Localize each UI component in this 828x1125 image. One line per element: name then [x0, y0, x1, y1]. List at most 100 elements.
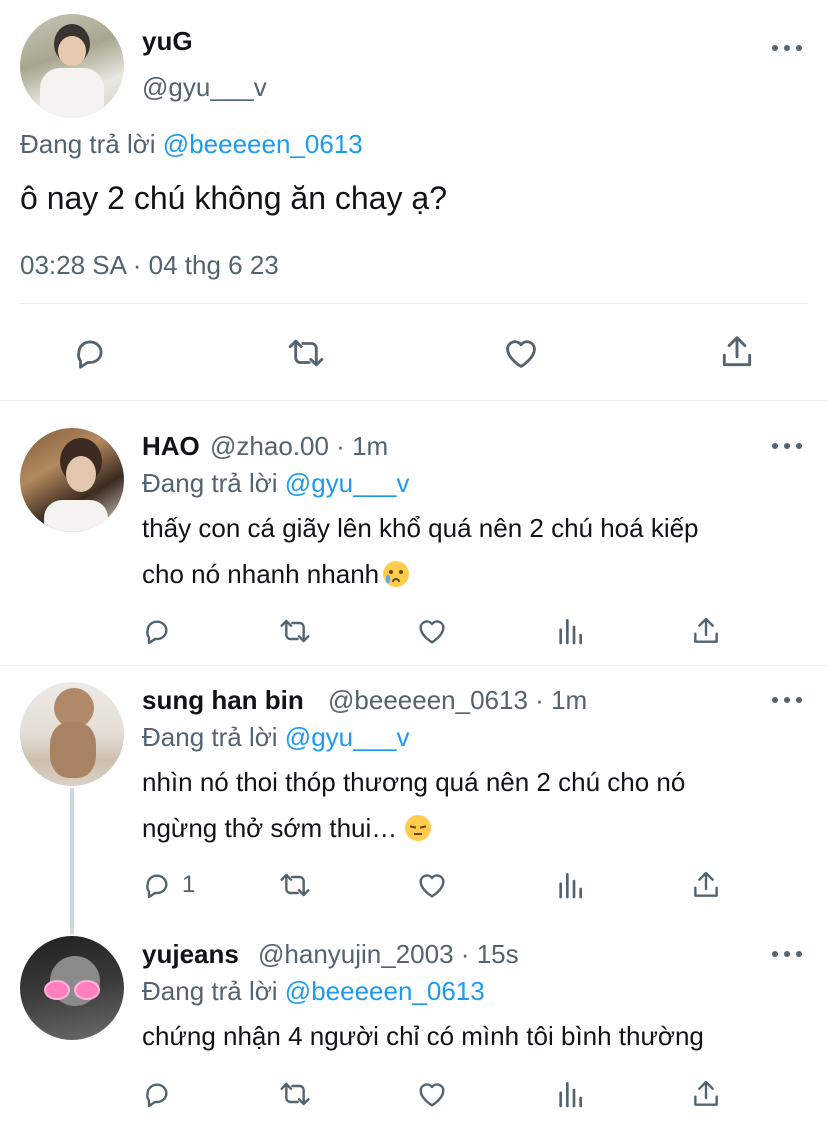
thread-line: [70, 788, 74, 934]
analytics-button[interactable]: [554, 1078, 586, 1110]
analytics-icon: [559, 873, 582, 899]
divider: [20, 303, 808, 304]
like-icon: [506, 340, 536, 368]
analytics-button[interactable]: [554, 615, 586, 647]
like-icon: [419, 874, 445, 898]
like-button[interactable]: [414, 615, 450, 647]
tweet-text-line: nhìn nó thoi thóp thương quá nên 2 chú c…: [142, 767, 686, 797]
avatar[interactable]: [20, 428, 124, 532]
reply-to-mention[interactable]: @gyu___v: [285, 722, 410, 752]
retweet-icon: [280, 1082, 310, 1106]
share-button[interactable]: [690, 1077, 722, 1111]
reply-prefix: Đang trả lời: [20, 129, 156, 159]
retweet-button[interactable]: [276, 615, 314, 647]
handle-text[interactable]: @hanyujin_2003: [258, 939, 454, 969]
retweet-button[interactable]: [276, 1078, 314, 1110]
more-icon[interactable]: [772, 951, 802, 959]
more-icon[interactable]: [772, 45, 802, 53]
tweet-text-line: ngừng thở sớm thui…: [142, 805, 812, 851]
analytics-icon: [559, 1082, 582, 1108]
avatar-face: [58, 36, 86, 66]
author-name[interactable]: HAO: [142, 431, 200, 462]
author-handle[interactable]: @gyu___v: [142, 72, 267, 103]
dot-separator: ·: [535, 685, 544, 715]
tweet-text-line: thấy con cá giãy lên khổ quá nên 2 chú h…: [142, 513, 699, 543]
crying-face-icon: [383, 561, 410, 587]
tweet-text-line: chứng nhận 4 người chỉ có mình tôi bình …: [142, 1021, 704, 1051]
dot-separator: ·: [336, 431, 345, 461]
reply-icon: [77, 340, 103, 369]
dot-separator: ·: [460, 939, 470, 969]
analytics-icon: [559, 619, 582, 645]
more-icon[interactable]: [772, 697, 802, 705]
avatar-face: [66, 456, 96, 492]
tweet-text-line-content: cho nó nhanh nhanh: [142, 559, 380, 589]
main-tweet: yuG @gyu___v Đang trả lời @beeeeen_0613 …: [0, 0, 828, 400]
reply-to-mention[interactable]: @gyu___v: [285, 468, 410, 498]
like-icon: [419, 620, 445, 644]
author-handle: @beeeeen_0613 · 1m: [328, 685, 587, 716]
share-button[interactable]: [690, 614, 722, 648]
share-icon: [694, 871, 718, 897]
reply-to-line: Đang trả lời @beeeeen_0613: [142, 976, 485, 1007]
separator: [0, 665, 828, 666]
avatar[interactable]: [20, 14, 124, 118]
reply-prefix: Đang trả lời: [142, 976, 278, 1006]
reply-icon: [146, 874, 168, 899]
analytics-button[interactable]: [554, 869, 586, 901]
reply-to-mention[interactable]: @beeeeen_0613: [163, 129, 363, 159]
tweet-text: chứng nhận 4 người chỉ có mình tôi bình …: [142, 1013, 812, 1059]
tweet-text: thấy con cá giãy lên khổ quá nên 2 chú h…: [142, 505, 812, 597]
reply-prefix: Đang trả lời: [142, 722, 278, 752]
reply-icon: [146, 1083, 168, 1108]
like-button[interactable]: [414, 1078, 450, 1110]
avatar[interactable]: [20, 682, 124, 786]
tweet-text-line-content: ngừng thở sớm thui…: [142, 813, 398, 843]
reply-button[interactable]: 1: [140, 869, 195, 901]
reply-button[interactable]: [70, 334, 110, 372]
heart-glasses-left: [44, 980, 70, 1000]
retweet-button[interactable]: [284, 334, 328, 372]
author-name[interactable]: yuG: [142, 26, 193, 57]
reply-to-line: Đang trả lời @gyu___v: [142, 468, 410, 499]
author-handle: @hanyujin_2003 · 15s: [258, 939, 519, 970]
reply-icon: [146, 620, 168, 645]
handle-text[interactable]: @zhao.00: [210, 431, 329, 461]
reply-to-line: Đang trả lời @gyu___v: [142, 722, 410, 753]
share-button[interactable]: [690, 868, 722, 902]
pensive-face-icon: [405, 815, 432, 841]
reply-time[interactable]: 1m: [352, 431, 388, 461]
reply-button[interactable]: [140, 1078, 182, 1110]
dog-body: [50, 722, 96, 778]
retweet-icon: [280, 873, 310, 897]
reply-count: 1: [182, 871, 196, 898]
author-name[interactable]: sung han bin: [142, 685, 304, 716]
avatar[interactable]: [20, 936, 124, 1040]
tweet-timestamp[interactable]: 03:28 SA · 04 thg 6 23: [20, 250, 279, 281]
more-icon[interactable]: [772, 443, 802, 451]
avatar-shirt: [40, 68, 104, 118]
share-button[interactable]: [718, 332, 756, 372]
reply-to-line: Đang trả lời @beeeeen_0613: [20, 129, 363, 160]
like-button[interactable]: [500, 334, 542, 372]
like-button[interactable]: [414, 869, 450, 901]
handle-text[interactable]: @beeeeen_0613: [328, 685, 528, 715]
share-icon: [722, 336, 752, 367]
retweet-button[interactable]: [276, 869, 314, 901]
author-handle: @zhao.00 · 1m: [210, 431, 388, 462]
retweet-icon: [288, 339, 324, 367]
reply-time[interactable]: 15s: [477, 939, 519, 969]
separator: [0, 400, 828, 401]
reply-button[interactable]: [140, 615, 182, 647]
retweet-icon: [280, 619, 310, 643]
author-name[interactable]: yujeans: [142, 939, 239, 970]
tweet-text: ô nay 2 chú không ăn chay ạ?: [20, 180, 447, 216]
reply-to-mention[interactable]: @beeeeen_0613: [285, 976, 485, 1006]
heart-glasses-right: [74, 980, 100, 1000]
reply-time[interactable]: 1m: [551, 685, 587, 715]
share-icon: [694, 617, 718, 643]
share-icon: [694, 1080, 718, 1106]
tweet-text: nhìn nó thoi thóp thương quá nên 2 chú c…: [142, 759, 812, 851]
reply-prefix: Đang trả lời: [142, 468, 278, 498]
like-icon: [419, 1083, 445, 1107]
